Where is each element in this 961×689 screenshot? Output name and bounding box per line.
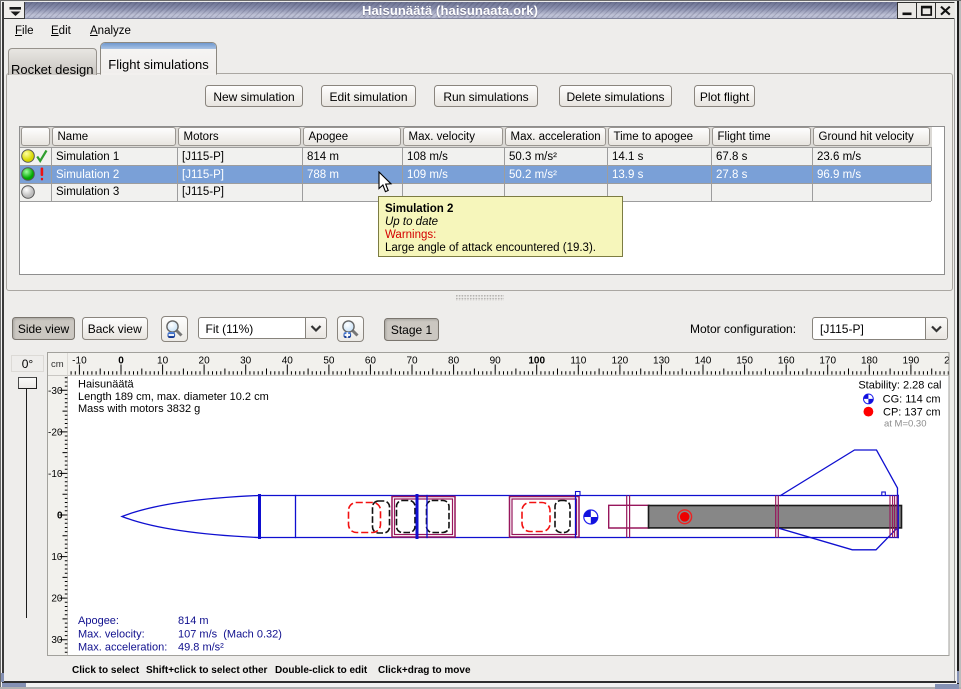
svg-text:80: 80 <box>448 356 460 367</box>
svg-text:cm: cm <box>51 359 64 370</box>
svg-text:160: 160 <box>778 356 795 367</box>
svg-text:0: 0 <box>57 511 63 522</box>
svg-text:CP: 137 cm: CP: 137 cm <box>883 407 940 419</box>
svg-text:130: 130 <box>653 356 670 367</box>
svg-text:200: 200 <box>944 356 961 367</box>
svg-text:180: 180 <box>861 356 878 367</box>
svg-text:170: 170 <box>819 356 836 367</box>
svg-text:Stability: 2.28 cal: Stability: 2.28 cal <box>858 380 941 392</box>
svg-text:107 m/s (Mach 0.32): 107 m/s (Mach 0.32) <box>178 628 282 640</box>
svg-text:-10: -10 <box>48 469 63 480</box>
svg-text:20: 20 <box>199 356 211 367</box>
svg-text:50: 50 <box>323 356 335 367</box>
svg-text:120: 120 <box>612 356 629 367</box>
svg-text:-20: -20 <box>48 427 63 438</box>
svg-text:814 m: 814 m <box>178 615 209 627</box>
svg-text:10: 10 <box>157 356 169 367</box>
svg-text:90: 90 <box>490 356 502 367</box>
svg-text:140: 140 <box>695 356 712 367</box>
svg-text:20: 20 <box>51 594 63 605</box>
svg-text:Apogee:: Apogee: <box>78 615 119 627</box>
svg-text:-30: -30 <box>48 386 63 397</box>
svg-text:150: 150 <box>736 356 753 367</box>
svg-text:100: 100 <box>528 356 545 367</box>
svg-text:40: 40 <box>282 356 294 367</box>
svg-text:Max. acceleration:: Max. acceleration: <box>78 642 167 654</box>
svg-text:0: 0 <box>118 356 124 367</box>
svg-text:60: 60 <box>365 356 377 367</box>
svg-text:Length 189 cm, max. diameter 1: Length 189 cm, max. diameter 10.2 cm <box>78 391 269 403</box>
svg-text:Max. velocity:: Max. velocity: <box>78 628 145 640</box>
svg-text:49.8 m/s²: 49.8 m/s² <box>178 642 224 654</box>
svg-text:30: 30 <box>51 635 63 646</box>
svg-text:Mass with motors 3832 g: Mass with motors 3832 g <box>78 403 200 415</box>
svg-text:110: 110 <box>570 356 586 367</box>
svg-text:190: 190 <box>903 356 920 367</box>
svg-text:CG: 114 cm: CG: 114 cm <box>883 394 941 406</box>
svg-text:30: 30 <box>240 356 252 367</box>
svg-text:-10: -10 <box>72 356 87 367</box>
svg-text:10: 10 <box>51 552 63 563</box>
svg-text:Haisunäätä: Haisunäätä <box>78 379 135 391</box>
svg-text:70: 70 <box>406 356 418 367</box>
svg-text:at M=0.30: at M=0.30 <box>884 419 927 430</box>
